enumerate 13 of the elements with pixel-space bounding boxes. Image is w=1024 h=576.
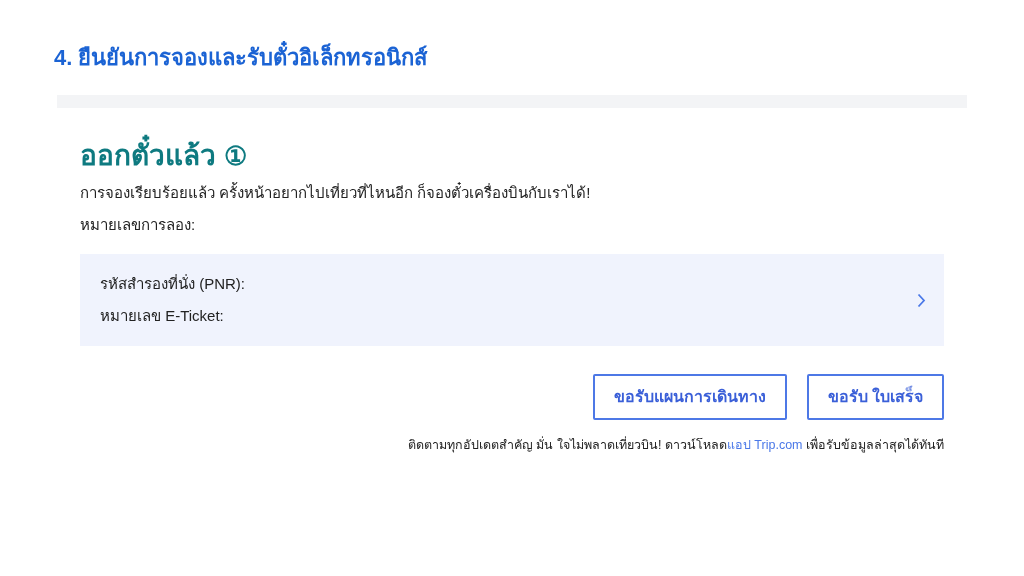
app-link[interactable]: แอป Trip.com <box>726 438 803 452</box>
ticket-info-label: หมายเลข E-Ticket: <box>100 306 225 326</box>
message-text: การจองเรียบร้อยแล้ว ครั้งหน้าอยากไปเที่ยวที่ไหนอีก ก็จองตั๋วเครื่องบินกับเราได้! <box>80 182 592 203</box>
booking-number-label: หมายเลขการลอง: <box>80 215 197 235</box>
ticket-info-label: รหัสสำรองที่นั่ง (PNR): <box>100 273 245 294</box>
receipt-button[interactable]: ขอรับ ใบเสร็จ <box>806 374 944 420</box>
section-heading: 4. ยืนยันการจองและรับตั๋วอิเล็กทรอนิกส์ <box>54 40 970 76</box>
ticket-info-panel[interactable]: รหัสสำรองที่นั่ง (PNR): หมายเลข E-Ticket: <box>80 254 944 346</box>
chevron-right-icon <box>917 292 926 308</box>
step-mark: ① <box>224 140 247 173</box>
footer-text: ติดตามทุกอัปเดตสำคัญ มั่น ใจไม่พลาดเที่ยวบิน! ดาวน์โหลดแอป Trip.com เพื่อรับข้อมูลล่าสุดได้ทันที <box>407 436 944 454</box>
status-title: ออกตั๋วแล้ว <box>80 136 216 176</box>
itinerary-button[interactable]: ขอรับแผนการเดินทาง <box>592 374 787 420</box>
